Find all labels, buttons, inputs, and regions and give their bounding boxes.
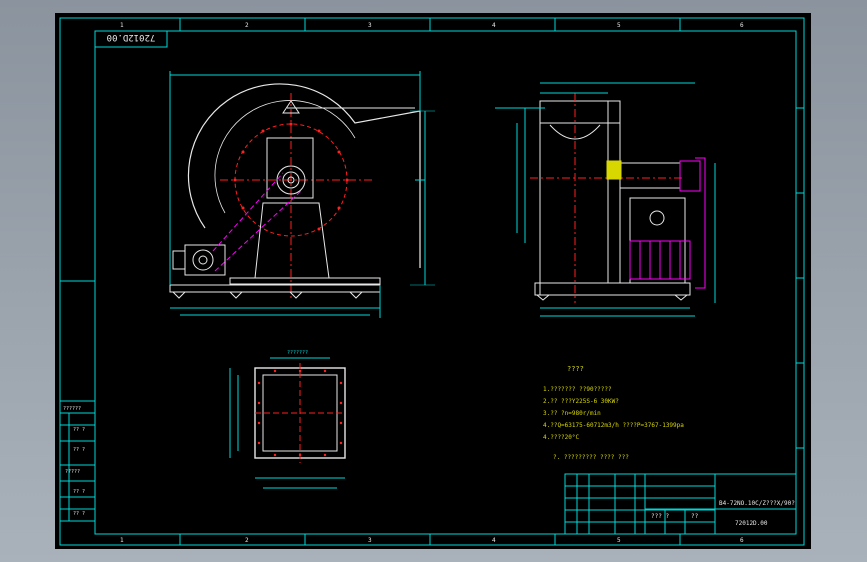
notes-title: ???? — [567, 365, 584, 373]
left-col-1: ?? ? — [73, 427, 85, 433]
drawing-sheet[interactable]: 1 2 3 4 5 6 1 2 3 4 5 6 72012D.00 ??????… — [55, 13, 811, 549]
grid-col-bottom-3: 3 — [368, 537, 372, 544]
note-line-5: 4.????20°C — [543, 434, 580, 441]
inner-frame — [94, 30, 797, 535]
grid-col-bottom-4: 4 — [492, 537, 496, 544]
front-view — [169, 71, 435, 318]
grid-col-bottom-1: 1 — [120, 537, 124, 544]
note-line-4: 4.??Q=63175-60712m3/h ????P=3767-1399pa — [543, 422, 684, 429]
left-revision-table — [59, 400, 96, 522]
grid-col-bottom-6: 6 — [740, 537, 744, 544]
title-scale: ?? — [691, 513, 699, 520]
left-col-4: ?? ? — [73, 489, 85, 495]
outer-frame — [59, 17, 805, 546]
grid-col-5: 5 — [617, 22, 621, 29]
grid-col-1: 1 — [120, 22, 124, 29]
grid-col-6: 6 — [740, 22, 744, 29]
title-name: B4-72NO.10C/Z???X/90? — [719, 500, 795, 507]
title-number: 72012D.00 — [735, 520, 768, 527]
left-col-5: ?? ? — [73, 511, 85, 517]
notes-footer: ?. ????????? ???? ??? — [553, 454, 629, 461]
flange-label: ??????? — [287, 350, 308, 356]
grid-col-bottom-5: 5 — [617, 537, 621, 544]
grid-col-3: 3 — [368, 22, 372, 29]
flange-view — [229, 357, 346, 489]
note-line-2: 2.?? ???Y225S-6 30KW? — [543, 398, 619, 405]
left-col-3: ????? — [65, 469, 80, 475]
side-view — [495, 82, 716, 317]
grid-col-4: 4 — [492, 22, 496, 29]
drawing-number-rotated: 72012D.00 — [107, 32, 156, 42]
drawing-canvas: 1 2 3 4 5 6 1 2 3 4 5 6 72012D.00 ??????… — [59, 17, 805, 546]
grid-col-2: 2 — [245, 22, 249, 29]
cad-viewport[interactable]: 1 2 3 4 5 6 1 2 3 4 5 6 72012D.00 ??????… — [0, 0, 867, 562]
left-col-0: ?????? — [63, 406, 81, 412]
note-line-3: 3.?? ?n=980r/min — [543, 410, 601, 417]
note-line-1: 1.??????? ??90????? — [543, 386, 612, 393]
title-sheet: ??? ? — [651, 513, 669, 520]
grid-col-bottom-2: 2 — [245, 537, 249, 544]
grid-ticks — [60, 18, 804, 545]
left-col-2: ?? ? — [73, 447, 85, 453]
